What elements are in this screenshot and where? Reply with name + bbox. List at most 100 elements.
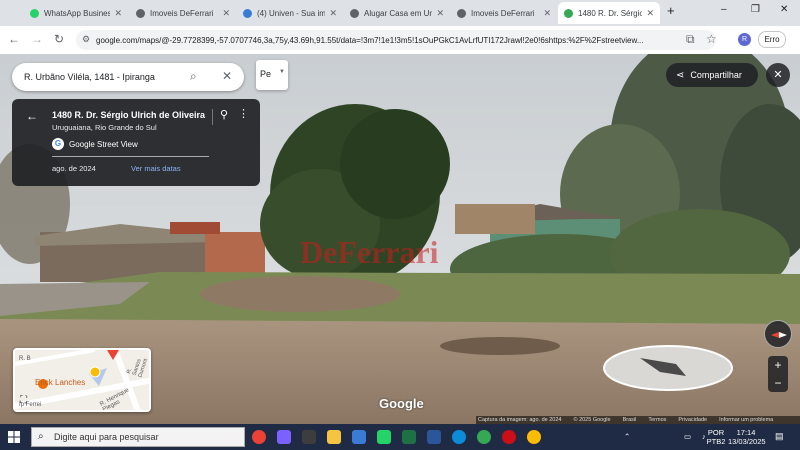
clock-date: 13/03/2025	[728, 437, 766, 446]
search-icon: ⌕	[38, 431, 44, 442]
tab-strip: WhatsApp Business ✕ Imoveis DeFerrari ✕ …	[0, 0, 800, 26]
maps-search-box[interactable]: R. Urbãno Viléla, 1481 - Ipiranga ⌕ ✕	[12, 63, 244, 91]
language-top: POR	[707, 428, 725, 437]
clock[interactable]: 17:14 13/03/2025	[728, 428, 766, 446]
tab-alugar-casa[interactable]: Alugar Casa em Ur ✕	[344, 2, 450, 24]
minimize-button[interactable]: –	[721, 4, 727, 15]
new-tab-button[interactable]: +	[667, 3, 675, 18]
profile-avatar[interactable]: R	[738, 33, 751, 46]
chevron-down-icon: ▼	[279, 69, 285, 75]
whatsapp-app-icon[interactable]	[377, 430, 391, 444]
share-label: Compartilhar	[690, 70, 742, 80]
expand-map-icon[interactable]: ⛶	[20, 395, 27, 406]
share-icon: ⋖	[676, 69, 685, 81]
google-g-icon: G	[52, 138, 64, 150]
maximize-button[interactable]: ❐	[751, 4, 760, 15]
excel-app-icon[interactable]	[402, 430, 416, 444]
tab-univen[interactable]: (4) Univen - Sua im ✕	[237, 2, 343, 24]
error-button[interactable]: Erro	[758, 31, 786, 48]
language-indicator[interactable]: POR PTB2	[704, 428, 728, 446]
zoom-in-button[interactable]: +	[768, 356, 788, 374]
tab-label: Imoveis DeFerrari	[471, 8, 535, 18]
watermark-logo: DeFerrari	[300, 234, 439, 270]
search-input[interactable]: R. Urbãno Viléla, 1481 - Ipiranga	[24, 72, 155, 82]
globe-icon	[350, 8, 359, 18]
search-icon[interactable]: ⌕	[190, 69, 197, 84]
mini-map[interactable]: Erick Lanches R. Henrique Piegas R. Sant…	[13, 348, 151, 412]
reload-icon[interactable]: ↻	[54, 32, 64, 46]
divider	[212, 109, 213, 125]
privacy-link[interactable]: Privacidade	[678, 417, 707, 423]
edge-app-icon[interactable]	[452, 430, 466, 444]
chrome-app-icon[interactable]	[252, 430, 266, 444]
tab-label: 1480 R. Dr. Sérgio	[578, 8, 643, 18]
zoom-out-button[interactable]: −	[768, 374, 788, 392]
close-tab-icon[interactable]: ✕	[543, 8, 551, 19]
univen-icon	[243, 8, 252, 18]
tab-whatsapp[interactable]: WhatsApp Business ✕	[24, 2, 128, 24]
forward-arrow-icon[interactable]: →	[31, 32, 43, 46]
close-window-button[interactable]: ✕	[780, 4, 788, 15]
tab-label: Alugar Casa em Ur	[364, 8, 433, 18]
taskbar-search-placeholder: Digite aqui para pesquisar	[54, 432, 159, 442]
back-arrow-icon[interactable]: ←	[8, 32, 20, 46]
city-subtitle: Uruguaiana, Rio Grande do Sul	[52, 123, 157, 132]
notifications-icon[interactable]: ▤	[775, 432, 784, 441]
tray-chevron-icon[interactable]: ⌃	[624, 432, 630, 441]
share-button[interactable]: ⋖ Compartilhar	[666, 63, 758, 87]
compass-button[interactable]	[764, 320, 792, 348]
capture-date: ago. de 2024	[52, 164, 96, 173]
site-info-icon[interactable]: ⚙	[82, 34, 90, 45]
capture-info: Captura da imagem: ago. de 2024	[478, 417, 562, 423]
globe-icon	[136, 8, 145, 18]
tab-street-view[interactable]: 1480 R. Dr. Sérgio ✕	[558, 2, 660, 24]
compass-icon	[771, 332, 787, 338]
close-tab-icon[interactable]: ✕	[646, 8, 654, 19]
copilot-app-icon[interactable]	[277, 430, 291, 444]
back-arrow-icon[interactable]: ←	[26, 109, 38, 123]
clock-time: 17:14	[736, 428, 756, 437]
install-app-icon[interactable]: ⧉	[686, 32, 695, 47]
close-tab-icon[interactable]: ✕	[114, 8, 122, 19]
app-icon[interactable]	[302, 430, 316, 444]
zoom-controls: + −	[768, 356, 788, 392]
copyright: © 2025 Google	[573, 417, 611, 423]
google-logo: Google	[379, 396, 424, 411]
taskbar-search[interactable]: ⌕ Digite aqui para pesquisar	[31, 427, 245, 447]
address-bar[interactable]: ⚙ google.com/maps/@-29.7728399,-57.07077…	[76, 30, 716, 50]
street-label: R. B	[19, 356, 31, 362]
tab-label: Imoveis DeFerrari	[150, 8, 214, 18]
store-app-icon[interactable]	[352, 430, 366, 444]
close-tab-icon[interactable]: ✕	[329, 8, 337, 19]
bookmark-star-icon[interactable]: ☆	[706, 32, 717, 46]
file-explorer-icon[interactable]	[327, 430, 341, 444]
tab-label: WhatsApp Business	[44, 8, 111, 18]
chrome-app-icon[interactable]	[527, 430, 541, 444]
close-tab-icon[interactable]: ✕	[222, 8, 230, 19]
peek-label: Pe	[260, 69, 272, 79]
close-street-view-button[interactable]: ✕	[766, 63, 790, 87]
globe-icon	[457, 8, 466, 18]
layer-peek-button[interactable]: Pe ▼	[256, 60, 288, 90]
close-tab-icon[interactable]: ✕	[436, 8, 444, 19]
tab-label: (4) Univen - Sua im	[257, 8, 326, 18]
windows-taskbar: ⌕ Digite aqui para pesquisar ⌃ ▭ ♪ POR P…	[0, 424, 800, 450]
see-more-dates-link[interactable]: Ver mais datas	[131, 164, 181, 173]
report-problem-link[interactable]: Informar um problema	[719, 417, 773, 423]
clear-search-icon[interactable]: ✕	[222, 69, 232, 83]
source-label: Google Street View	[69, 139, 138, 149]
network-icon[interactable]: ▭	[684, 432, 691, 441]
word-app-icon[interactable]	[427, 430, 441, 444]
url-text: google.com/maps/@-29.7728399,-57.0707746…	[96, 35, 644, 45]
chrome-app-icon[interactable]	[477, 430, 491, 444]
street-view-panorama[interactable]: DeFerrari R. Urbãno Viléla, 1481 - Ipira…	[0, 54, 800, 424]
tab-deferrari-2[interactable]: Imoveis DeFerrari ✕	[451, 2, 557, 24]
region-link[interactable]: Brasil	[623, 417, 637, 423]
windows-start-icon[interactable]	[8, 431, 20, 443]
timeline-bar	[52, 156, 209, 157]
location-pin-icon[interactable]: ⚲	[220, 108, 228, 121]
tab-deferrari-1[interactable]: Imoveis DeFerrari ✕	[130, 2, 236, 24]
more-options-icon[interactable]: ⋮	[238, 107, 249, 120]
terms-link[interactable]: Termos	[648, 417, 666, 423]
opera-app-icon[interactable]	[502, 430, 516, 444]
